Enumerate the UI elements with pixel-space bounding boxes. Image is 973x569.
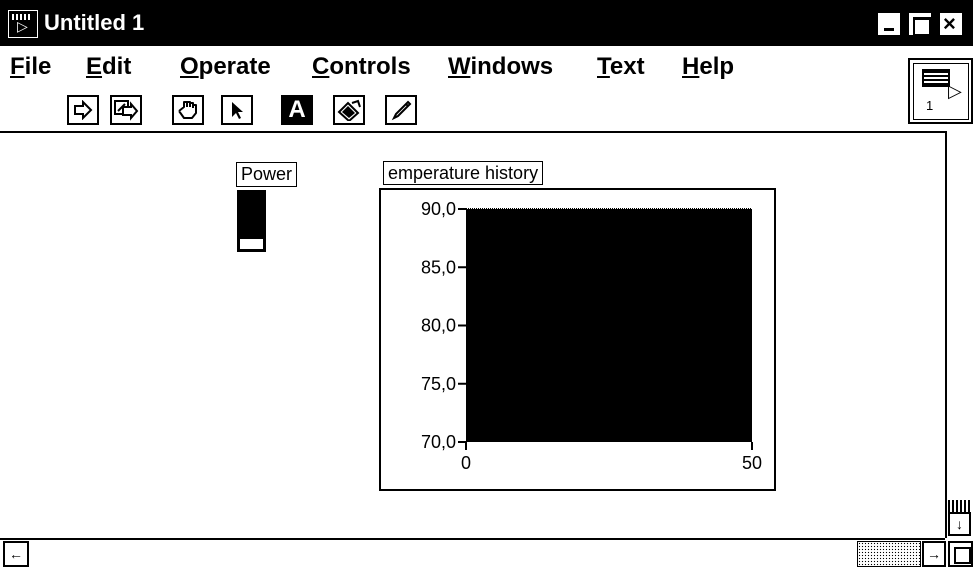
menu-edit[interactable]: Edit xyxy=(86,52,131,82)
position-tool-button[interactable] xyxy=(221,95,253,125)
menu-help-accel: H xyxy=(682,53,700,80)
vertical-scrollbar[interactable] xyxy=(945,133,973,538)
menu-edit-accel: E xyxy=(86,53,103,80)
menu-bar: File Edit Operate Controls Windows Text … xyxy=(0,46,908,92)
horizontal-scroll-thumb[interactable] xyxy=(857,541,921,567)
pen-tool-button[interactable] xyxy=(385,95,417,125)
chart-plot-svg: 90,0 85,0 80,0 75,0 70,00 50 xyxy=(421,199,762,473)
menu-text-accel: T xyxy=(597,53,610,80)
y-tick-label: 75,0 xyxy=(421,374,456,394)
app-icon[interactable]: ▷ xyxy=(8,10,38,38)
vi-screen-icon xyxy=(922,69,950,87)
menu-text[interactable]: Text xyxy=(597,52,645,82)
continuous-run-icon xyxy=(114,100,139,121)
menu-edit-label: dit xyxy=(102,53,132,80)
pen-icon xyxy=(391,100,412,121)
arrow-left-icon: ← xyxy=(9,546,23,562)
power-switch-lever[interactable] xyxy=(240,239,263,249)
operate-tool-button[interactable] xyxy=(172,95,204,125)
menu-file[interactable]: File xyxy=(10,52,51,82)
power-switch[interactable] xyxy=(237,190,266,252)
size-grip[interactable] xyxy=(948,541,973,567)
menu-file-accel: F xyxy=(10,53,25,80)
menu-text-label: ext xyxy=(609,53,645,80)
menu-windows-label: indows xyxy=(470,53,554,80)
run-arrow-icon: ▷ xyxy=(17,18,28,34)
connector-pane-icon[interactable]: ▷ 1 xyxy=(908,58,973,124)
vertical-scroll-thumb[interactable] xyxy=(948,500,971,512)
maximize-button[interactable] xyxy=(907,11,933,37)
operating-hand-icon xyxy=(178,101,197,119)
menu-operate-label: perate xyxy=(198,53,271,80)
menu-file-label: ile xyxy=(24,53,52,80)
y-tick-label: 70,0 xyxy=(421,432,456,452)
x-tick-label: 50 xyxy=(742,453,762,473)
run-continuously-button[interactable] xyxy=(110,95,142,125)
plot-area xyxy=(466,209,752,442)
arrow-down-icon: ↓ xyxy=(956,516,963,532)
coloring-brush-icon xyxy=(337,99,361,121)
x-tick-label: 0 xyxy=(461,453,471,473)
labeling-text-icon: A xyxy=(288,96,306,123)
scroll-right-button[interactable]: → xyxy=(922,541,946,567)
window-title: Untitled 1 xyxy=(44,10,145,35)
menu-operate-accel: O xyxy=(180,53,199,80)
y-tick-label: 90,0 xyxy=(421,199,456,219)
positioning-arrow-icon xyxy=(232,102,243,119)
menu-help[interactable]: Help xyxy=(682,52,734,82)
y-tick-label: 80,0 xyxy=(421,316,456,336)
run-button[interactable] xyxy=(67,95,99,125)
text-tool-button[interactable]: A xyxy=(281,95,313,125)
scroll-left-button[interactable]: ← xyxy=(3,541,29,567)
y-tick-label: 85,0 xyxy=(421,257,456,277)
color-tool-button[interactable] xyxy=(333,95,365,125)
chart-label: emperature history xyxy=(383,161,544,185)
menu-help-label: elp xyxy=(699,53,735,80)
close-button[interactable]: × xyxy=(938,11,964,37)
connector-pane-frame: ▷ 1 xyxy=(913,63,969,120)
menu-controls-accel: C xyxy=(312,53,330,80)
minimize-button[interactable] xyxy=(876,11,902,37)
connector-arrow-icon: ▷ xyxy=(948,81,962,101)
close-icon: × xyxy=(943,11,956,36)
operate-arrow-icon xyxy=(74,100,93,120)
arrow-right-icon: → xyxy=(927,546,941,562)
menu-operate[interactable]: Operate xyxy=(180,52,271,82)
menu-controls-label: ontrols xyxy=(329,53,411,80)
power-label: Power xyxy=(236,162,298,187)
menu-windows-accel: W xyxy=(448,53,471,80)
menu-controls[interactable]: Controls xyxy=(312,52,411,82)
connector-number: 1 xyxy=(926,98,934,113)
title-bar xyxy=(0,0,973,46)
horizontal-scrollbar[interactable] xyxy=(0,538,945,569)
menu-windows[interactable]: Windows xyxy=(448,52,553,82)
scroll-down-button[interactable]: ↓ xyxy=(948,512,971,536)
